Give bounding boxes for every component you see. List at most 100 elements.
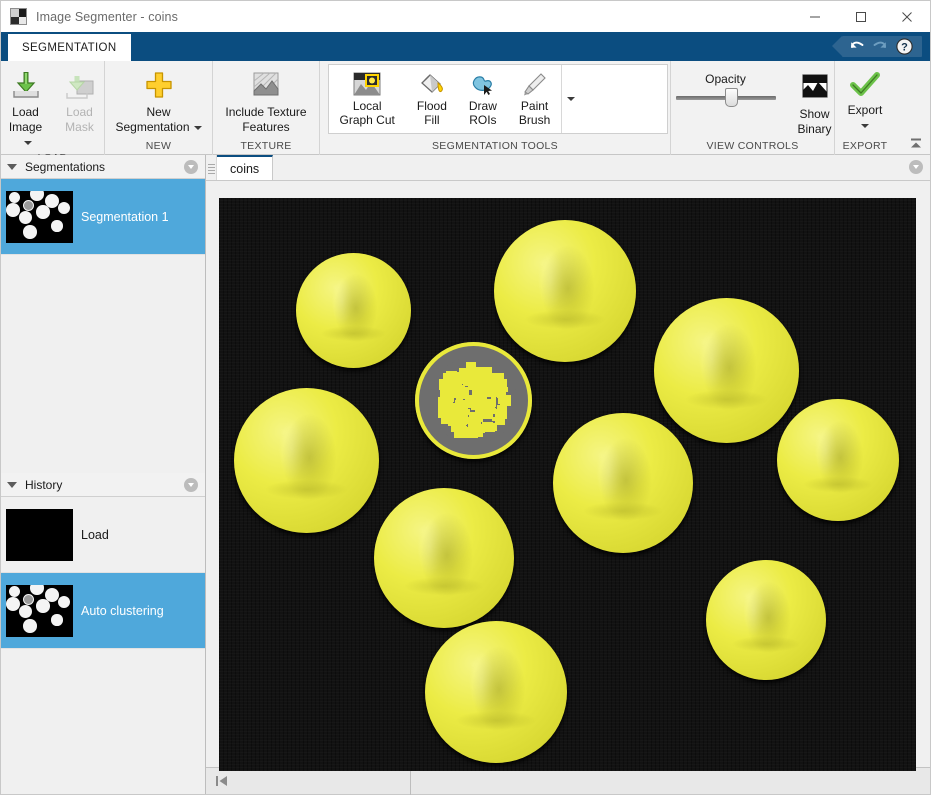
opacity-slider-thumb[interactable] — [725, 88, 738, 107]
history-item-label: Auto clustering — [81, 604, 164, 618]
history-list-item[interactable]: Load — [1, 497, 205, 573]
gallery-more-icon[interactable] — [561, 65, 579, 133]
include-texture-features-button[interactable]: Include Texture Features — [216, 66, 315, 135]
help-icon[interactable]: ? — [892, 37, 916, 57]
panel-collapse-icon[interactable] — [7, 164, 17, 170]
show-binary-button[interactable]: Show Binary — [788, 66, 842, 137]
history-list-item[interactable]: Auto clustering — [1, 573, 205, 649]
tab-grip-icon[interactable] — [206, 155, 217, 180]
segmentation-list-item[interactable]: Segmentation 1 — [1, 179, 205, 255]
coin-overlay — [553, 413, 693, 553]
texture-icon — [251, 68, 281, 102]
redo-icon — [868, 37, 892, 57]
new-segmentation-button[interactable]: New Segmentation — [106, 66, 210, 135]
segmentations-list: Segmentation 1 — [1, 179, 205, 255]
include-texture-label-line2: Features — [242, 120, 289, 134]
status-bar-left — [206, 768, 411, 795]
ribbon-group-view-controls-title: VIEW CONTROLS — [671, 138, 834, 155]
document-area: coins — [206, 155, 930, 794]
segmentations-panel-close-icon[interactable] — [184, 160, 198, 174]
paint-brush-button[interactable]: Paint Brush — [508, 65, 561, 133]
ribbon-group-view-controls: Opacity Show Binary — [671, 61, 835, 155]
chevron-down-icon[interactable] — [24, 141, 32, 145]
image-segmenter-icon — [10, 8, 27, 25]
undo-icon[interactable] — [844, 37, 868, 57]
coin-overlay — [296, 253, 411, 368]
coin-overlay — [425, 621, 567, 763]
paint-brush-icon — [521, 69, 549, 99]
load-image-button[interactable]: Load Image — [0, 66, 53, 150]
coin-overlay — [494, 220, 636, 362]
local-graph-cut-icon — [353, 69, 381, 99]
quick-access-toolbar: ? — [842, 36, 922, 57]
canvas-area — [206, 181, 930, 767]
show-binary-label-line1: Show — [799, 107, 829, 121]
new-segmentation-label-line1: New — [146, 105, 170, 119]
left-sidebar: Segmentations Segmentation 1 History Lo — [1, 155, 206, 794]
ribbon-group-load: Load Image Load — [1, 61, 105, 155]
segmentations-panel-title: Segmentations — [25, 160, 105, 174]
main-body: Segmentations Segmentation 1 History Lo — [1, 155, 930, 794]
ribbon-group-texture: Include Texture Features TEXTURE — [213, 61, 320, 155]
show-binary-icon — [800, 70, 830, 104]
blank-mask-thumbnail — [6, 509, 73, 561]
ribbon-group-export: Export EXPORT — [835, 61, 895, 155]
load-image-label-line1: Load — [12, 105, 39, 119]
go-to-first-icon[interactable] — [214, 774, 230, 788]
load-mask-button: Load Mask — [53, 66, 107, 135]
ribbon-group-export-title: EXPORT — [835, 138, 895, 155]
history-panel-close-icon[interactable] — [184, 478, 198, 492]
segmentation-mask-thumbnail — [6, 191, 73, 243]
minimize-icon[interactable] — [792, 1, 838, 32]
status-bar — [206, 767, 930, 794]
opacity-slider-control[interactable]: Opacity — [664, 66, 788, 100]
tab-segmentation[interactable]: SEGMENTATION — [8, 34, 131, 61]
ribbon-group-new-segmentation-title: NEW SEGMENTATION — [105, 138, 212, 155]
document-close-icon[interactable] — [909, 160, 923, 174]
draw-rois-icon — [469, 69, 497, 99]
export-label: Export — [848, 103, 883, 117]
include-texture-label-line1: Include Texture — [225, 105, 306, 119]
draw-rois-label-line2: ROIs — [469, 113, 496, 127]
ribbon-group-segmentation-tools: Local Graph Cut — [320, 61, 671, 155]
panel-collapse-icon[interactable] — [7, 482, 17, 488]
opacity-slider-track[interactable] — [676, 96, 776, 100]
flood-fill-button[interactable]: Flood Fill — [406, 65, 458, 133]
local-graph-cut-button[interactable]: Local Graph Cut — [329, 65, 406, 133]
paint-brush-label-line2: Brush — [519, 113, 550, 127]
auto-clustering-mask-thumbnail — [6, 585, 73, 637]
history-panel-header: History — [1, 473, 205, 497]
export-button[interactable]: Export — [838, 66, 892, 133]
coin-overlay — [374, 488, 514, 628]
load-image-label-line2: Image — [9, 120, 42, 134]
window-controls — [792, 1, 930, 32]
collapse-ribbon-icon[interactable] — [907, 134, 925, 152]
ribbon-group-texture-title: TEXTURE — [213, 138, 319, 155]
coin-overlay-partial — [415, 342, 532, 459]
export-icon — [849, 68, 881, 102]
coins-image-canvas[interactable] — [219, 198, 916, 771]
segmentations-panel-header: Segmentations — [1, 155, 205, 179]
ribbon-group-segmentation-tools-title: SEGMENTATION TOOLS — [320, 138, 670, 155]
chevron-down-icon[interactable] — [861, 124, 869, 128]
load-mask-label-line2: Mask — [65, 120, 94, 134]
close-icon[interactable] — [884, 1, 930, 32]
segmentations-empty-area — [1, 255, 205, 473]
maximize-icon[interactable] — [838, 1, 884, 32]
new-segmentation-label-line2: Segmentation — [115, 120, 189, 134]
document-tab-coins[interactable]: coins — [217, 155, 273, 180]
flood-fill-icon — [418, 69, 446, 99]
new-segmentation-icon — [144, 68, 174, 102]
load-mask-icon — [63, 68, 97, 102]
title-bar: Image Segmenter - coins — [1, 1, 930, 32]
history-panel-title: History — [25, 478, 62, 492]
draw-rois-button[interactable]: Draw ROIs — [458, 65, 508, 133]
ribbon: Load Image Load — [1, 61, 930, 155]
svg-text:?: ? — [901, 41, 908, 53]
show-binary-label-line2: Binary — [797, 122, 831, 136]
document-tab-bar: coins — [206, 155, 930, 181]
flood-fill-label-line2: Fill — [424, 113, 439, 127]
segmentation-tools-gallery: Local Graph Cut — [328, 64, 668, 134]
chevron-down-icon[interactable] — [194, 126, 202, 130]
local-graph-cut-label-line2: Graph Cut — [340, 113, 395, 127]
